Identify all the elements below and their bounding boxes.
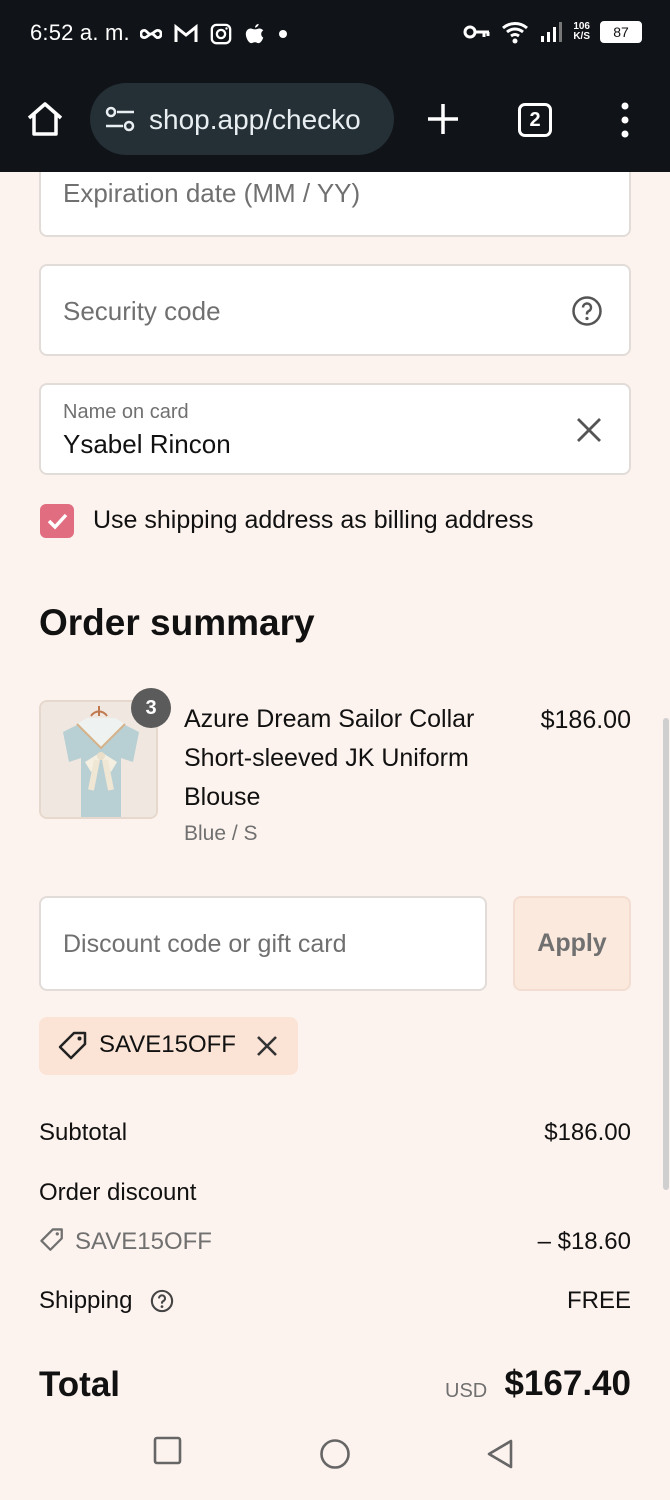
infinity-icon bbox=[140, 28, 162, 40]
network-speed-unit: K/S bbox=[573, 31, 590, 42]
recents-icon[interactable] bbox=[153, 1436, 182, 1465]
gmail-icon bbox=[174, 23, 198, 42]
applied-code-chip: SAVE15OFF bbox=[39, 1017, 298, 1075]
name-on-card-field[interactable]: Name on card Ysabel Rincon bbox=[39, 383, 631, 475]
network-speed: 106 K/S bbox=[573, 22, 590, 42]
apply-button[interactable]: Apply bbox=[513, 896, 631, 991]
dot-icon bbox=[279, 30, 287, 38]
remove-code-icon[interactable] bbox=[255, 1034, 279, 1058]
product-variant: Blue / S bbox=[184, 822, 258, 845]
browser-toolbar: shop.app/checko 2 bbox=[0, 68, 670, 172]
name-on-card-value: Ysabel Rincon bbox=[63, 429, 231, 459]
applied-code-text: SAVE15OFF bbox=[99, 1031, 236, 1058]
discount-code-placeholder: Discount code or gift card bbox=[63, 930, 347, 958]
more-vert-icon[interactable] bbox=[612, 100, 638, 140]
billing-address-label[interactable]: Use shipping address as billing address bbox=[93, 506, 534, 535]
status-time: 6:52 a. m. bbox=[30, 20, 130, 45]
order-summary-title: Order summary bbox=[39, 602, 315, 643]
total-currency: USD bbox=[445, 1380, 488, 1400]
url-text: shop.app/checko bbox=[149, 104, 361, 135]
tune-icon[interactable] bbox=[104, 105, 136, 133]
subtotal-value: $186.00 bbox=[544, 1119, 631, 1146]
name-on-card-label: Name on card bbox=[63, 401, 189, 423]
wifi-icon bbox=[502, 22, 529, 44]
battery-icon: 87 bbox=[600, 21, 642, 43]
shipping-value: FREE bbox=[566, 1287, 631, 1314]
tag-icon bbox=[40, 1228, 63, 1251]
apple-icon bbox=[245, 23, 264, 44]
key-icon bbox=[463, 25, 490, 39]
system-icons: 106 K/S 87 bbox=[463, 20, 642, 44]
address-bar[interactable]: shop.app/checko bbox=[90, 83, 394, 155]
system-nav-bar bbox=[0, 1400, 670, 1500]
discount-value: – $18.60 bbox=[537, 1228, 631, 1255]
shipping-label: Shipping bbox=[39, 1287, 133, 1314]
notification-icons bbox=[140, 22, 288, 46]
status-bar: 6:52 a. m. 106 K/S 87 bbox=[0, 0, 670, 68]
back-icon[interactable] bbox=[486, 1438, 514, 1470]
security-code-placeholder: Security code bbox=[63, 296, 221, 326]
quantity-badge: 3 bbox=[131, 688, 171, 728]
discount-code-input[interactable]: Discount code or gift card bbox=[39, 896, 487, 991]
total-label: Total bbox=[39, 1365, 121, 1400]
home-icon[interactable] bbox=[24, 98, 66, 140]
checkout-content: Expiration date (MM / YY) Security code … bbox=[0, 172, 670, 1400]
help-circle-icon[interactable] bbox=[571, 295, 603, 327]
tag-icon bbox=[58, 1031, 87, 1060]
discount-code-text: SAVE15OFF bbox=[75, 1228, 212, 1255]
product-name: Azure Dream Sailor Collar Short-sleeved … bbox=[184, 705, 475, 811]
scrollbar[interactable] bbox=[663, 718, 669, 1190]
home-nav-icon[interactable] bbox=[319, 1438, 351, 1470]
product-price: $186.00 bbox=[540, 706, 631, 734]
plus-icon[interactable] bbox=[424, 100, 462, 138]
clear-icon[interactable] bbox=[575, 416, 603, 444]
total-value: $167.40 bbox=[504, 1364, 631, 1400]
subtotal-label: Subtotal bbox=[39, 1119, 128, 1146]
shipping-help-icon[interactable] bbox=[150, 1289, 174, 1313]
expiration-date-placeholder: Expiration date (MM / YY) bbox=[63, 178, 361, 208]
billing-address-checkbox[interactable] bbox=[40, 504, 74, 538]
expiration-date-field[interactable]: Expiration date (MM / YY) bbox=[39, 172, 631, 237]
order-discount-label: Order discount bbox=[39, 1179, 197, 1206]
signal-icon bbox=[541, 22, 563, 42]
tabs-icon[interactable]: 2 bbox=[518, 103, 552, 137]
check-icon bbox=[47, 513, 68, 530]
security-code-field[interactable]: Security code bbox=[39, 264, 631, 356]
instagram-icon bbox=[210, 23, 232, 45]
